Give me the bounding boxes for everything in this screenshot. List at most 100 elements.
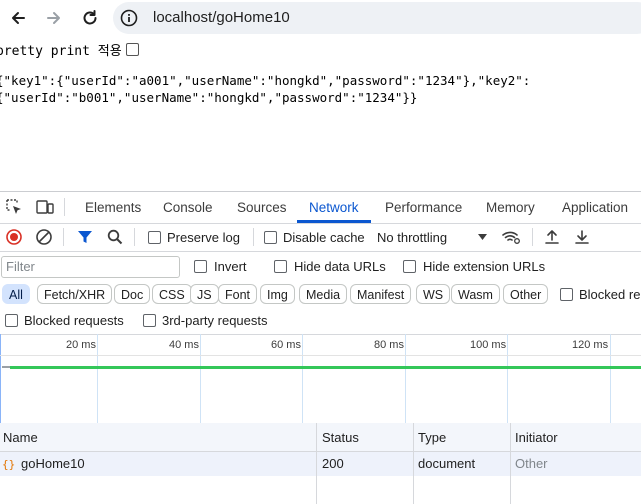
type-filter-img[interactable]: Img bbox=[260, 284, 295, 304]
arrow-left-icon bbox=[12, 12, 25, 24]
column-status[interactable]: Status bbox=[322, 430, 359, 445]
filter-toggle-button[interactable] bbox=[76, 228, 94, 246]
network-overview-timeline[interactable]: 20 ms 40 ms 60 ms 80 ms 100 ms 120 ms bbox=[0, 334, 641, 424]
type-filter-other[interactable]: Other bbox=[503, 284, 549, 304]
devtools-panel: Elements Console Sources Network Perform… bbox=[0, 191, 641, 504]
disable-cache-checkbox[interactable] bbox=[264, 231, 277, 244]
address-bar[interactable]: localhost/goHome10 bbox=[113, 2, 641, 34]
search-icon bbox=[107, 229, 123, 245]
preserve-log-label: Preserve log bbox=[167, 230, 240, 245]
document-braces-icon: {} bbox=[2, 458, 15, 471]
filter-input[interactable] bbox=[2, 257, 180, 275]
forward-button[interactable] bbox=[42, 6, 66, 30]
tab-performance[interactable]: Performance bbox=[385, 200, 462, 215]
record-icon bbox=[6, 229, 22, 245]
third-party-requests-checkbox[interactable] bbox=[143, 314, 156, 327]
column-name[interactable]: Name bbox=[3, 430, 38, 445]
column-divider bbox=[413, 423, 414, 504]
search-button[interactable] bbox=[106, 228, 124, 246]
tab-sources[interactable]: Sources bbox=[237, 200, 287, 215]
hide-extension-urls-checkbox[interactable] bbox=[403, 260, 416, 273]
blocked-response-cookies-label: Blocked re bbox=[579, 287, 641, 302]
type-filter-ws[interactable]: WS bbox=[416, 284, 451, 304]
invert-checkbox[interactable] bbox=[194, 260, 207, 273]
table-row[interactable]: {} goHome10 200 document Other bbox=[0, 452, 641, 476]
record-button[interactable] bbox=[5, 228, 23, 246]
funnel-icon bbox=[78, 231, 92, 243]
filter-field[interactable] bbox=[1, 256, 180, 278]
clear-icon bbox=[36, 229, 52, 245]
timeline-tick: 120 ms bbox=[572, 339, 609, 351]
site-info-icon[interactable] bbox=[119, 8, 139, 28]
toolbar-divider bbox=[134, 228, 135, 246]
inspect-element-button[interactable] bbox=[5, 198, 23, 216]
row-status: 200 bbox=[322, 456, 344, 471]
type-filter-manifest[interactable]: Manifest bbox=[350, 284, 412, 304]
tab-application[interactable]: Application bbox=[562, 200, 628, 215]
hide-data-urls-label: Hide data URLs bbox=[294, 259, 386, 274]
type-filter-css[interactable]: CSS bbox=[152, 284, 192, 304]
column-initiator[interactable]: Initiator bbox=[515, 430, 558, 445]
toolbar-divider bbox=[253, 228, 254, 246]
row-name: goHome10 bbox=[21, 456, 85, 471]
blocked-requests-checkbox[interactable] bbox=[5, 314, 18, 327]
column-divider bbox=[316, 423, 317, 504]
svg-text:{}: {} bbox=[2, 458, 15, 471]
reload-button[interactable] bbox=[78, 6, 102, 30]
timeline-gridline bbox=[610, 334, 611, 423]
json-line-1: {"key1":{"userId":"a001","userName":"hon… bbox=[0, 73, 531, 88]
type-filter-all[interactable]: All bbox=[2, 284, 30, 304]
type-filter-doc[interactable]: Doc bbox=[114, 284, 151, 304]
download-icon bbox=[575, 230, 589, 244]
blocked-response-cookies-checkbox[interactable] bbox=[560, 288, 573, 301]
timeline-request-bar bbox=[10, 366, 641, 369]
toolbar-divider bbox=[64, 198, 65, 216]
toolbar-divider bbox=[63, 228, 64, 246]
network-conditions-button[interactable] bbox=[501, 228, 521, 246]
back-button[interactable] bbox=[6, 6, 30, 30]
tab-console[interactable]: Console bbox=[163, 200, 213, 215]
hide-extension-urls-label: Hide extension URLs bbox=[423, 259, 546, 274]
pretty-print-option: pretty print 적용 bbox=[0, 40, 139, 59]
hide-data-urls-checkbox[interactable] bbox=[274, 260, 287, 273]
device-toolbar-button[interactable] bbox=[35, 198, 55, 216]
type-filter-wasm[interactable]: Wasm bbox=[451, 284, 500, 304]
timeline-waiting-bar bbox=[2, 366, 10, 368]
table-header: Name Status Type Initiator bbox=[0, 423, 641, 452]
page-content: pretty print 적용 {"key1":{"userId":"a001"… bbox=[0, 36, 641, 191]
tab-memory[interactable]: Memory bbox=[486, 200, 535, 215]
import-har-button[interactable] bbox=[543, 228, 561, 246]
pretty-print-checkbox[interactable] bbox=[125, 43, 139, 56]
tab-network[interactable]: Network bbox=[309, 200, 359, 215]
preserve-log-checkbox[interactable] bbox=[148, 231, 161, 244]
timeline-tick: 40 ms bbox=[169, 339, 199, 351]
type-filter-fetch-xhr[interactable]: Fetch/XHR bbox=[37, 284, 113, 304]
type-filter-js[interactable]: JS bbox=[190, 284, 219, 304]
clear-button[interactable] bbox=[35, 228, 53, 246]
json-output: {"key1":{"userId":"a001","userName":"hon… bbox=[0, 72, 530, 106]
timeline-tick: 20 ms bbox=[66, 339, 96, 351]
type-filter-font[interactable]: Font bbox=[218, 284, 258, 304]
reload-icon bbox=[83, 10, 97, 25]
tab-elements[interactable]: Elements bbox=[85, 200, 141, 215]
inspect-icon bbox=[6, 199, 21, 214]
export-har-button[interactable] bbox=[573, 228, 591, 246]
request-options-row: Blocked requests 3rd-party requests bbox=[0, 308, 641, 335]
network-toolbar: Preserve log Disable cache No throttling bbox=[0, 223, 641, 252]
url-text[interactable]: localhost/goHome10 bbox=[153, 9, 290, 26]
requests-table: Name Status Type Initiator {} goHome10 2… bbox=[0, 423, 641, 504]
device-toggle-icon bbox=[36, 200, 54, 214]
pretty-print-label: pretty print 적용 bbox=[0, 44, 122, 59]
filter-row: Invert Hide data URLs Hide extension URL… bbox=[0, 252, 641, 280]
timeline-divider bbox=[0, 355, 641, 356]
devtools-tab-bar: Elements Console Sources Network Perform… bbox=[0, 192, 641, 224]
column-type[interactable]: Type bbox=[418, 430, 446, 445]
type-filter-media[interactable]: Media bbox=[299, 284, 348, 304]
disable-cache-label: Disable cache bbox=[283, 230, 365, 245]
throttling-select[interactable]: No throttling bbox=[377, 227, 489, 247]
wifi-settings-icon bbox=[502, 231, 520, 244]
row-initiator: Other bbox=[515, 456, 548, 471]
third-party-requests-label: 3rd-party requests bbox=[162, 313, 268, 328]
throttling-value: No throttling bbox=[377, 230, 448, 245]
timeline-gridline bbox=[97, 334, 98, 423]
